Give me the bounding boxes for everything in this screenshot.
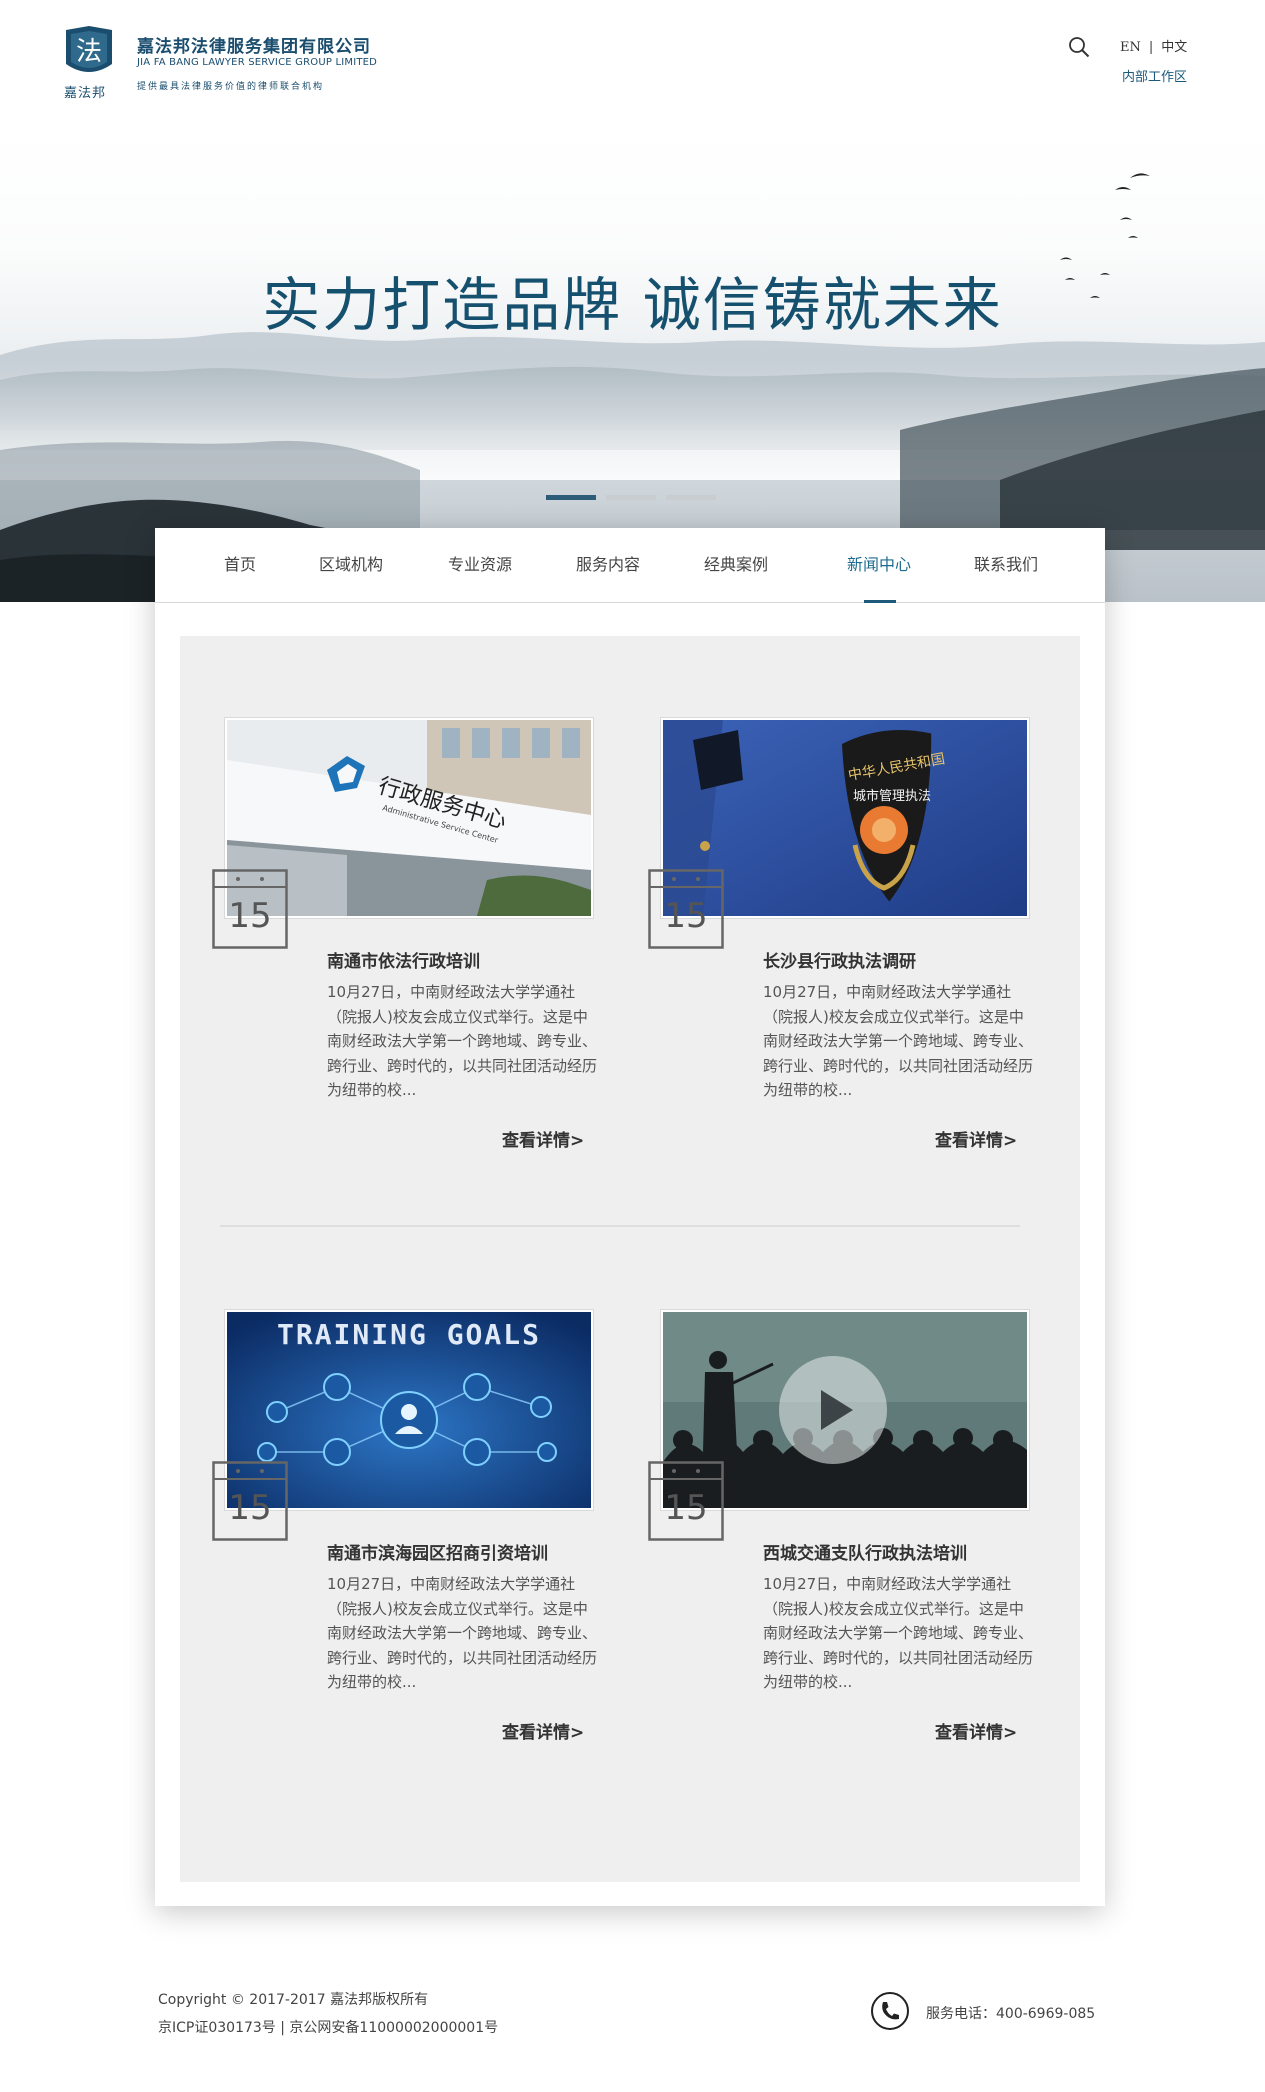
search-icon[interactable] [1068, 36, 1090, 58]
row-divider [220, 1225, 1020, 1227]
nav-item-news[interactable]: 新闻中心 [847, 528, 911, 602]
main-card: 首页 区域机构 专业资源 服务内容 经典案例 新闻中心 联系我们 行政服务中心 … [155, 528, 1105, 1906]
news-desc-3: 10月27日，中南财经政法大学学通社（院报人)校友会成立仪式举行。这是中南财经政… [327, 1575, 598, 1691]
company-name-en: JIA FA BANG LAWYER SERVICE GROUP LIMITED [137, 57, 378, 68]
news-more-link-4[interactable]: 查看详情> [935, 1718, 1017, 1743]
news-more-link-2[interactable]: 查看详情> [935, 1126, 1017, 1151]
carousel-dot-2[interactable] [606, 495, 656, 500]
service-phone: 服务电话：400-6969-085 [926, 2006, 1096, 2022]
news-desc-2: 10月27日，中南财经政法大学学通社（院报人)校友会成立仪式举行。这是中南财经政… [763, 983, 1034, 1099]
news-more-link-1[interactable]: 查看详情> [502, 1126, 584, 1151]
site-logo[interactable]: 法 嘉法邦 嘉法邦法律服务集团有限公司 JIA FA BANG LAWYER S… [62, 24, 382, 101]
nav-item-home[interactable]: 首页 [224, 528, 256, 602]
news-title-2[interactable]: 长沙县行政执法调研 [763, 947, 916, 972]
svg-text:法: 法 [76, 37, 102, 67]
carousel-dot-1[interactable] [546, 495, 596, 500]
calendar-day: 15 [228, 896, 271, 936]
company-name-cn: 嘉法邦法律服务集团有限公司 [137, 37, 371, 57]
nav-item-contact[interactable]: 联系我们 [974, 528, 1038, 602]
lang-separator: | [1148, 40, 1154, 55]
image-3-heading: TRAINING GOALS [277, 1318, 541, 1351]
calendar-icon: 15 [212, 1461, 288, 1541]
calendar-icon: 15 [212, 869, 288, 949]
news-title-4[interactable]: 西城交通支队行政执法培训 [763, 1539, 967, 1564]
phone-icon [871, 1992, 909, 2030]
calendar-icon: 15 [648, 1461, 724, 1541]
logo-mark-text: 嘉法邦 [64, 86, 107, 101]
news-list: 行政服务中心 Administrative Service Center 15 … [180, 636, 1080, 1882]
internal-workspace-link[interactable]: 内部工作区 [1122, 66, 1187, 85]
news-title-1[interactable]: 南通市依法行政培训 [327, 947, 480, 972]
logo-icon: 法 [66, 26, 112, 72]
site-header: 法 嘉法邦 嘉法邦法律服务集团有限公司 JIA FA BANG LAWYER S… [0, 0, 1265, 130]
footer-copyright: Copyright © 2017-2017 嘉法邦版权所有 [158, 1992, 429, 2008]
banner-title: 实力打造品牌 诚信铸就未来 [262, 271, 1003, 339]
lang-cn-link[interactable]: 中文 [1161, 36, 1187, 55]
nav-active-indicator [864, 600, 896, 603]
nav-item-cases[interactable]: 经典案例 [704, 528, 768, 602]
calendar-day: 15 [664, 896, 707, 936]
image-2-badge-text-2: 城市管理执法 [853, 788, 931, 804]
news-desc-1: 10月27日，中南财经政法大学学通社（院报人)校友会成立仪式举行。这是中南财经政… [327, 983, 598, 1099]
lang-en-link[interactable]: EN [1120, 40, 1141, 55]
nav-item-services[interactable]: 服务内容 [576, 528, 640, 602]
language-switch: EN | 中文 [1120, 36, 1187, 55]
calendar-icon: 15 [648, 869, 724, 949]
footer-icp: 京ICP证030173号 | 京公网安备11000002000001号 [158, 2020, 499, 2036]
nav-item-resources[interactable]: 专业资源 [448, 528, 512, 602]
news-more-link-3[interactable]: 查看详情> [502, 1718, 584, 1743]
news-desc-4: 10月27日，中南财经政法大学学通社（院报人)校友会成立仪式举行。这是中南财经政… [763, 1575, 1034, 1691]
main-nav: 首页 区域机构 专业资源 服务内容 经典案例 新闻中心 联系我们 [155, 528, 1105, 603]
calendar-day: 15 [664, 1488, 707, 1528]
news-title-3[interactable]: 南通市滨海园区招商引资培训 [327, 1539, 548, 1564]
company-tagline: 提供最具法律服务价值的律师联合机构 [137, 82, 325, 92]
nav-item-regions[interactable]: 区域机构 [319, 528, 383, 602]
carousel-dot-3[interactable] [666, 495, 716, 500]
calendar-day: 15 [228, 1488, 271, 1528]
